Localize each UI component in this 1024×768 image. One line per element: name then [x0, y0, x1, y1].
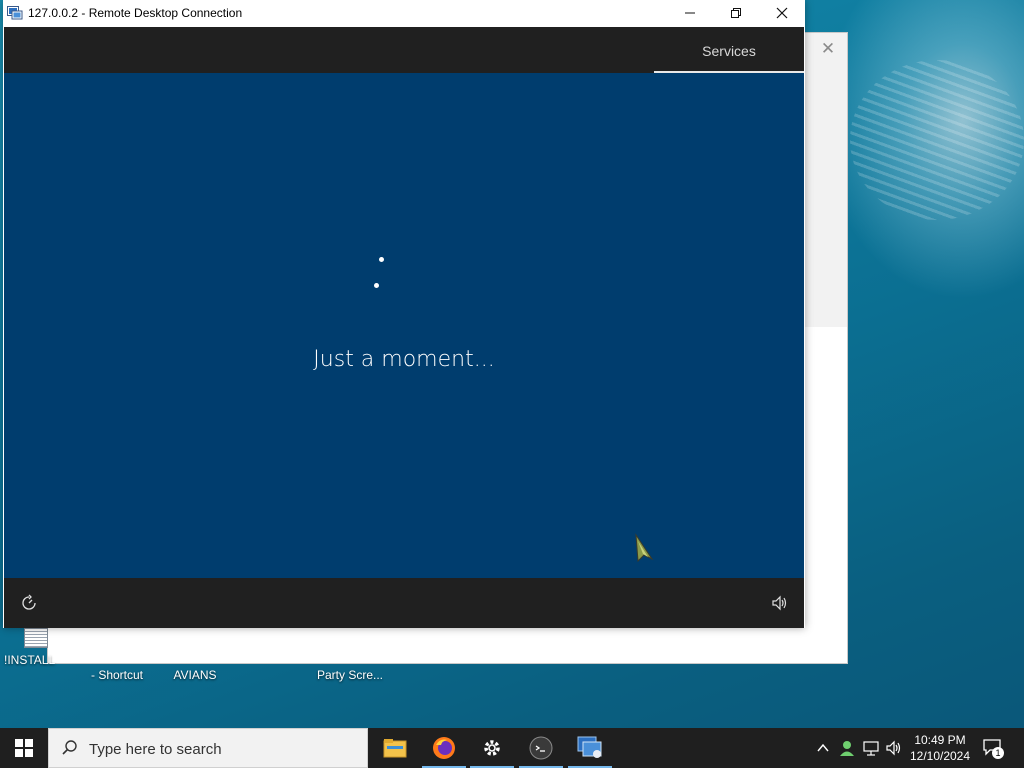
terminal-icon [529, 736, 553, 760]
clock-time: 10:49 PM [914, 733, 966, 747]
loading-spinner-dot [379, 257, 384, 262]
show-hidden-icons-icon[interactable] [816, 741, 830, 755]
clock[interactable]: 10:49 PM 12/10/2024 [906, 732, 974, 764]
taskbar-app-firefox[interactable] [420, 728, 468, 768]
window-titlebar[interactable]: 127.0.0.2 - Remote Desktop Connection [3, 0, 805, 27]
remote-bottom-bar [4, 578, 804, 628]
desktop-icon-install[interactable]: !INSTALL [4, 653, 55, 667]
taskbar-app-terminal[interactable] [517, 728, 565, 768]
remote-desktop-icon [577, 736, 602, 758]
minimize-icon [685, 12, 695, 14]
remote-top-bar: Services [4, 27, 804, 73]
search-box[interactable]: Type here to search [48, 728, 368, 768]
clock-date: 12/10/2024 [909, 749, 971, 763]
ease-of-access-icon[interactable] [20, 594, 38, 612]
user-account-icon[interactable] [838, 739, 856, 757]
search-icon [62, 740, 77, 755]
taskbar-app-remote-desktop[interactable] [566, 728, 614, 768]
remote-desktop-window: 127.0.0.2 - Remote Desktop Connection Se… [3, 0, 805, 628]
desktop-icon-party-screen[interactable]: Party Scre... [312, 668, 388, 682]
background-dialog-side-panel [803, 33, 847, 327]
restore-icon [731, 8, 741, 18]
install-file-icon[interactable] [24, 628, 48, 648]
taskbar: Type here to search 10:49 PM 12/10/2024 … [0, 728, 1024, 768]
window-title: 127.0.0.2 - Remote Desktop Connection [28, 6, 243, 20]
restore-button[interactable] [713, 0, 759, 27]
windows-logo-icon [15, 739, 33, 757]
loading-message: Just a moment... [313, 347, 495, 372]
minimize-button[interactable] [667, 0, 713, 27]
volume-icon[interactable] [770, 594, 788, 612]
loading-spinner-dot [374, 283, 379, 288]
taskbar-app-settings[interactable] [468, 728, 516, 768]
desktop-icon-avians[interactable]: AVIANS [160, 668, 230, 682]
close-icon[interactable]: ✕ [818, 39, 838, 59]
remote-session-screen: Just a moment... [4, 73, 804, 578]
speaker-icon[interactable] [885, 739, 903, 757]
cursor-icon [635, 533, 654, 563]
remote-desktop-app-icon [7, 6, 23, 20]
start-button[interactable] [0, 728, 48, 768]
desktop-icon-shortcut[interactable]: - Shortcut [82, 668, 152, 682]
close-button[interactable] [759, 0, 805, 27]
close-icon [776, 7, 788, 19]
file-explorer-icon [383, 739, 407, 758]
firefox-icon [433, 737, 455, 759]
notification-badge: 1 [992, 747, 1004, 759]
network-icon[interactable] [862, 739, 880, 757]
action-center-button[interactable]: 1 [982, 738, 1004, 759]
tab-services[interactable]: Services [654, 27, 804, 73]
settings-icon [484, 740, 500, 756]
taskbar-app-file-explorer[interactable] [371, 728, 419, 768]
wallpaper-waves [850, 60, 1024, 220]
search-placeholder: Type here to search [89, 741, 222, 758]
